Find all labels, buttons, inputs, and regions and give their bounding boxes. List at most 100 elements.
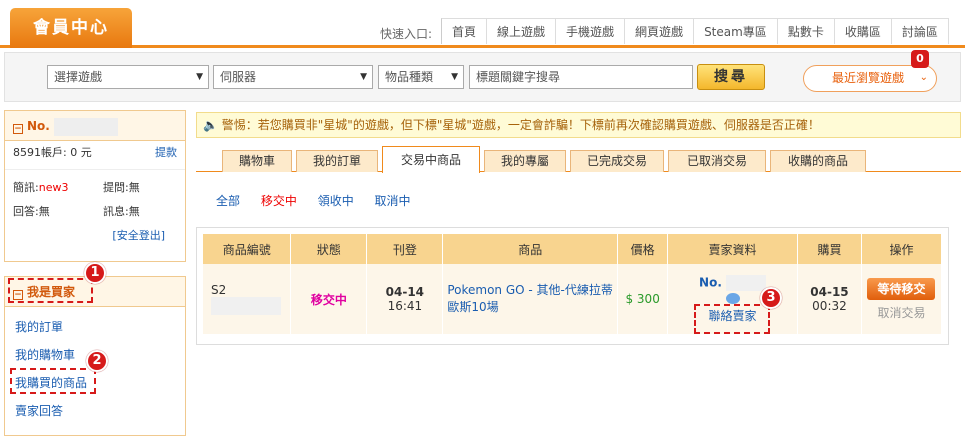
cancel-transaction-link[interactable]: 取消交易: [862, 304, 941, 321]
reply-value: 無: [38, 205, 50, 218]
purchase-date: 04-15: [810, 285, 849, 299]
seller-no-label: No.: [699, 275, 722, 289]
member-info-box: − No. 8591帳戶: 0 元 提款 簡訊:new3 提問:無 回答:無 訊息…: [4, 110, 186, 262]
col-product-id: 商品編號: [203, 234, 292, 264]
col-status: 狀態: [290, 234, 368, 264]
masked-product-id: [211, 297, 281, 315]
member-no-label: No.: [27, 119, 50, 133]
orders-table-wrapper: 商品編號 狀態 刊登 商品 價格 賣家資料 購買 操作 S2 移交中 04-14…: [196, 227, 949, 345]
game-select-value: 選擇遊戲: [54, 70, 103, 84]
menu-my-orders[interactable]: 我的訂單: [5, 313, 185, 341]
table-row: S2 移交中 04-14 16:41 Pokemon GO - 其他-代練拉蒂歐…: [203, 264, 943, 334]
filter-transferring[interactable]: 移交中: [261, 194, 297, 208]
product-id-prefix: S2: [211, 283, 227, 297]
status-badge: 移交中: [310, 292, 347, 307]
callout-number-1: 1: [84, 262, 106, 284]
product-link[interactable]: Pokemon GO - 其他-代練拉蒂歐斯10場: [447, 283, 613, 314]
filter-all[interactable]: 全部: [216, 194, 240, 208]
purchase-time: 00:32: [812, 299, 847, 313]
posted-date: 04-14: [385, 285, 425, 299]
orders-table: 商品編號 狀態 刊登 商品 價格 賣家資料 購買 操作 S2 移交中 04-14…: [203, 234, 943, 334]
product-id-cell: S2: [203, 264, 292, 334]
nav-forum[interactable]: 討論區: [892, 19, 949, 44]
member-center-logo[interactable]: 會員中心: [10, 8, 132, 48]
game-select[interactable]: 選擇遊戲 ▼: [47, 65, 209, 89]
search-bar: 選擇遊戲 ▼ 伺服器 ▼ 物品種類 ▼ 標題關鍵字搜尋 搜尋 最近瀏覽遊戲 ⌄ …: [4, 50, 961, 102]
message-label: 訊息:: [103, 205, 129, 218]
callout-box-contact: [694, 304, 770, 334]
tab-in-transaction[interactable]: 交易中商品: [382, 146, 480, 173]
nav-buyback[interactable]: 收購區: [835, 19, 892, 44]
awaiting-transfer-button[interactable]: 等待移交: [867, 277, 936, 300]
chat-icon[interactable]: [725, 292, 740, 304]
member-stats: 簡訊:new3 提問:無 回答:無 訊息:無 [安全登出]: [5, 169, 185, 248]
col-action: 操作: [861, 234, 943, 264]
col-purchased: 購買: [797, 234, 862, 264]
server-select[interactable]: 伺服器 ▼: [213, 65, 373, 89]
callout-box-purchased: [10, 368, 96, 394]
reply-label: 回答:: [13, 205, 39, 218]
tab-my-orders[interactable]: 我的訂單: [296, 150, 378, 172]
filter-cancelling[interactable]: 取消中: [375, 194, 411, 208]
collapse-icon: −: [13, 124, 23, 134]
top-header: 會員中心 快速入口: 首頁 線上遊戲 手機遊戲 網頁遊戲 Steam專區 點數卡…: [0, 0, 965, 48]
logout-link[interactable]: [安全登出]: [112, 229, 165, 242]
callout-number-2: 2: [86, 350, 108, 372]
product-cell: Pokemon GO - 其他-代練拉蒂歐斯10場: [442, 264, 619, 334]
nav-point-cards[interactable]: 點數卡: [778, 19, 835, 44]
nav-web-games[interactable]: 網頁遊戲: [625, 19, 695, 44]
posted-cell: 04-14 16:41: [366, 264, 444, 334]
callout-number-3: 3: [760, 287, 782, 309]
tab-buyback-items[interactable]: 收購的商品: [770, 150, 866, 172]
masked-seller-id: [726, 274, 767, 291]
account-balance: 0 元: [70, 146, 92, 159]
stats-row-1: 簡訊:new3 提問:無: [5, 176, 185, 200]
tab-completed[interactable]: 已完成交易: [570, 150, 664, 172]
message-value: 無: [128, 205, 140, 218]
order-tabs: 購物車 我的訂單 交易中商品 我的專屬 已完成交易 已取消交易 收購的商品: [196, 146, 961, 173]
search-button[interactable]: 搜尋: [697, 64, 765, 90]
tab-exclusive[interactable]: 我的專屬: [484, 150, 566, 172]
purchased-cell: 04-15 00:32: [797, 264, 862, 334]
filter-receiving[interactable]: 領收中: [318, 194, 354, 208]
nav-home[interactable]: 首頁: [442, 19, 488, 44]
status-cell: 移交中: [290, 264, 368, 334]
status-filter: 全部 移交中 領收中 取消中: [216, 192, 428, 209]
account-label: 8591帳戶:: [13, 146, 67, 159]
account-balance-row: 8591帳戶: 0 元 提款: [5, 141, 185, 165]
news-label: 簡訊:: [13, 181, 39, 194]
tab-cancelled[interactable]: 已取消交易: [668, 150, 766, 172]
question-value: 無: [128, 181, 140, 194]
warning-banner: 🔈 警惕：若您購買非"星城"的遊戲，但下標"星城"遊戲，一定會詐騙！下標前再次確…: [196, 112, 961, 138]
member-header[interactable]: − No.: [5, 111, 185, 141]
quick-entry-label: 快速入口:: [380, 27, 433, 41]
masked-member-id: [54, 117, 119, 136]
tab-cart[interactable]: 購物車: [222, 150, 292, 172]
menu-seller-replies[interactable]: 賣家回答: [5, 397, 185, 425]
withdraw-link[interactable]: 提款: [155, 141, 177, 165]
chevron-down-icon: ⌄: [919, 72, 928, 83]
logout-row: [安全登出]: [5, 224, 185, 248]
stats-row-2: 回答:無 訊息:無: [5, 200, 185, 224]
col-seller: 賣家資料: [667, 234, 798, 264]
price-value: $ 300: [625, 292, 660, 306]
nav-online-games[interactable]: 線上遊戲: [487, 19, 557, 44]
news-count[interactable]: new3: [39, 181, 69, 194]
recent-games-label: 最近瀏覽遊戲: [832, 71, 905, 85]
nav-steam[interactable]: Steam專區: [694, 19, 778, 44]
keyword-search-input[interactable]: 標題關鍵字搜尋: [469, 65, 693, 89]
recent-games-button[interactable]: 最近瀏覽遊戲 ⌄: [803, 65, 937, 92]
seller-no[interactable]: No.: [668, 274, 797, 291]
speaker-icon: 🔈: [203, 118, 218, 132]
quick-nav: 首頁 線上遊戲 手機遊戲 網頁遊戲 Steam專區 點數卡 收購區 討論區: [441, 18, 949, 44]
recent-count-badge: 0: [911, 50, 929, 68]
item-type-select-value: 物品種類: [385, 70, 434, 84]
posted-time: 16:41: [387, 299, 423, 313]
nav-mobile-games[interactable]: 手機遊戲: [556, 19, 626, 44]
chevron-down-icon: ▼: [196, 72, 203, 82]
chevron-down-icon: ▼: [451, 72, 458, 82]
item-type-select[interactable]: 物品種類 ▼: [378, 65, 464, 89]
col-price: 價格: [617, 234, 669, 264]
question-label: 提問:: [103, 181, 129, 194]
price-cell: $ 300: [617, 264, 669, 334]
